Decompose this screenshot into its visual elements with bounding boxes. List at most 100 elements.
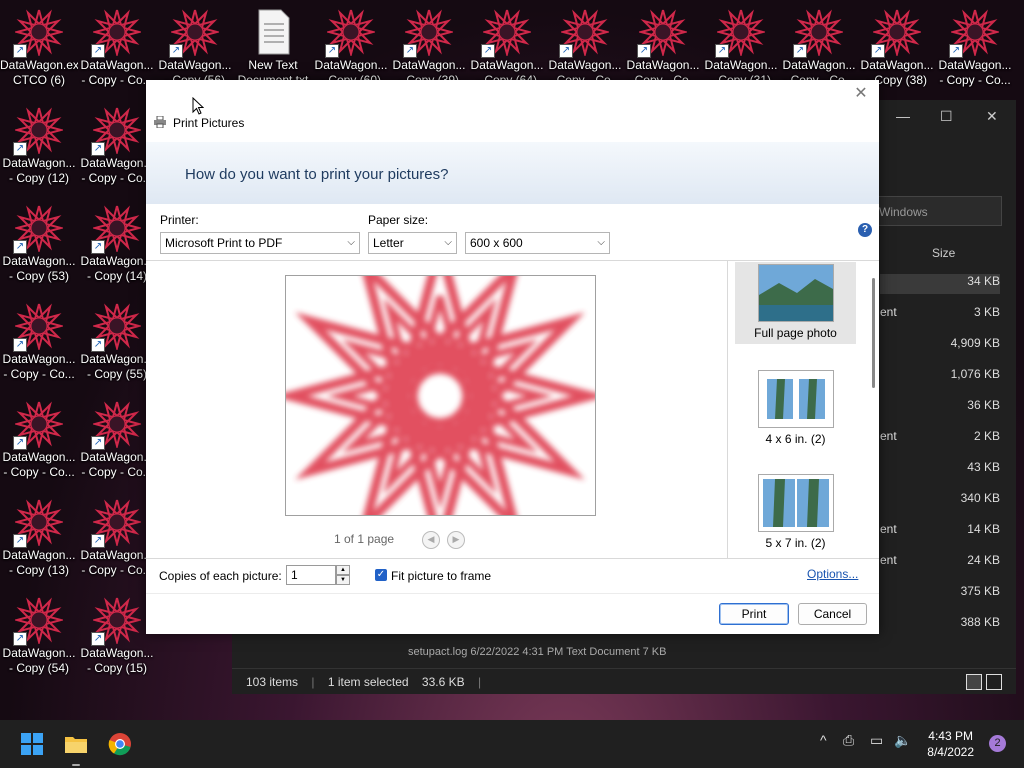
quality-select[interactable]: 600 x 600 ⌵: [465, 232, 610, 254]
chevron-up-icon[interactable]: ^: [820, 732, 827, 748]
fit-to-frame-label[interactable]: Fit picture to frame: [391, 569, 491, 583]
file-size: 14 KB: [967, 522, 1000, 536]
file-type: ent: [880, 305, 897, 319]
help-icon[interactable]: ?: [858, 223, 872, 237]
shortcut-arrow-icon: ↗: [559, 44, 573, 58]
dialog-question: How do you want to print your pictures?: [185, 166, 449, 183]
copies-input[interactable]: 1: [286, 565, 336, 585]
start-icon[interactable]: [20, 732, 44, 756]
clock[interactable]: 4:43 PM 8/4/2022: [927, 728, 974, 760]
desktop-icon[interactable]: ↗DataWagon... - Copy - Co...: [78, 100, 156, 192]
layout-5x7[interactable]: 5 x 7 in. (2): [735, 470, 856, 550]
datawagon-app-icon: ↗: [871, 8, 923, 58]
desktop-icon[interactable]: ↗DataWagon... - Copy - Co...: [78, 492, 156, 584]
datawagon-app-icon: ↗: [637, 8, 689, 58]
desktop-icon-label: DataWagon... - Copy (12): [2, 156, 76, 185]
close-icon[interactable]: ✕: [986, 108, 998, 125]
chevron-down-icon: ⌵: [444, 237, 452, 248]
datawagon-app-icon: ↗: [91, 596, 143, 646]
copies-label: Copies of each picture:: [159, 569, 282, 583]
paper-size-value: Letter: [373, 236, 404, 250]
desktop-icon-label: DataWagon... - Copy - Co...: [80, 450, 154, 479]
copies-down-button[interactable]: ▼: [336, 575, 350, 585]
layout-4x6[interactable]: 4 x 6 in. (2): [735, 366, 856, 446]
shortcut-arrow-icon: ↗: [91, 142, 105, 156]
maximize-icon[interactable]: ☐: [940, 108, 953, 125]
desktop-icon[interactable]: ↗DataWagon... - Copy - Co...: [78, 2, 156, 94]
minimize-icon[interactable]: —: [896, 108, 910, 124]
layout-full-page-photo[interactable]: Full page photo: [735, 262, 856, 344]
print-button[interactable]: Print: [719, 603, 789, 625]
copies-up-button[interactable]: ▲: [336, 565, 350, 575]
notification-badge[interactable]: 2: [989, 735, 1006, 752]
fit-to-frame-checkbox[interactable]: ✓: [375, 569, 387, 581]
chevron-down-icon: ⌵: [347, 237, 355, 248]
datawagon-app-icon: ↗: [715, 8, 767, 58]
chevron-down-icon: ⌵: [597, 237, 605, 248]
shortcut-arrow-icon: ↗: [169, 44, 183, 58]
printer-icon[interactable]: ⎙: [843, 732, 854, 749]
paper-size-select[interactable]: Letter ⌵: [368, 232, 457, 254]
desktop-icon[interactable]: ↗DataWagon... - Copy - Co...: [78, 394, 156, 486]
table-row[interactable]: 34 KB: [880, 274, 1000, 294]
list-item[interactable]: setupact.log 6/22/2022 4:31 PM Text Docu…: [408, 646, 666, 658]
desktop-icon[interactable]: ↗DataWagon... - Copy - Co...: [0, 296, 78, 388]
desktop-icon[interactable]: ↗ DataWagon... - Copy (13): [0, 492, 78, 584]
shortcut-arrow-icon: ↗: [793, 44, 807, 58]
volume-icon[interactable]: 🔈: [894, 732, 911, 749]
network-icon[interactable]: ▭: [870, 732, 883, 749]
preview-picture: [286, 276, 595, 515]
options-link[interactable]: Options...: [807, 567, 858, 581]
desktop-icon[interactable]: ↗ DataWagon... - Copy (12): [0, 100, 78, 192]
chrome-icon[interactable]: [108, 732, 132, 756]
datawagon-app-icon: ↗: [325, 8, 377, 58]
desktop-icon-label: DataWagon... - Copy - Co...: [80, 156, 154, 185]
print-pictures-dialog[interactable]: Print Pictures ✕ How do you want to prin…: [146, 80, 879, 634]
search-input[interactable]: Windows: [872, 196, 1002, 226]
shortcut-arrow-icon: ↗: [871, 44, 885, 58]
details-view-icon[interactable]: [966, 674, 982, 690]
datawagon-app-icon: ↗: [13, 106, 65, 156]
layout-scrollbar[interactable]: [872, 278, 875, 388]
layout-list[interactable]: Full page photo 4 x 6 in. (2) 5 x 7 in. …: [728, 260, 879, 558]
desktop-icon[interactable]: ↗ DataWagon... - Copy (55): [78, 296, 156, 388]
layout-thumbnail: [757, 264, 834, 322]
shortcut-arrow-icon: ↗: [91, 534, 105, 548]
shortcut-arrow-icon: ↗: [481, 44, 495, 58]
printer-select[interactable]: Microsoft Print to PDF ⌵: [160, 232, 360, 254]
shortcut-arrow-icon: ↗: [91, 436, 105, 450]
printer-value: Microsoft Print to PDF: [165, 236, 283, 250]
close-icon[interactable]: ✕: [851, 84, 871, 104]
printer-icon: [154, 116, 166, 128]
desktop-icon[interactable]: ↗ DataWagon.ex CTCO (6): [0, 2, 78, 94]
next-page-button[interactable]: ▶: [447, 531, 465, 549]
datawagon-app-icon: ↗: [91, 498, 143, 548]
shortcut-arrow-icon: ↗: [13, 632, 27, 646]
dialog-titlebar[interactable]: Print Pictures ✕: [146, 80, 879, 142]
file-explorer-icon[interactable]: [64, 732, 88, 756]
desktop-icon[interactable]: ↗DataWagon... - Copy - Co...: [936, 2, 1014, 94]
file-size: 36 KB: [967, 398, 1000, 412]
cancel-button[interactable]: Cancel: [798, 603, 867, 625]
active-indicator: [72, 764, 80, 766]
file-size: 1,076 KB: [950, 367, 1000, 381]
shortcut-arrow-icon: ↗: [13, 338, 27, 352]
paper-size-label: Paper size:: [368, 213, 429, 227]
desktop-icon[interactable]: ↗DataWagon... - Copy - Co...: [0, 394, 78, 486]
print-preview: [285, 275, 596, 516]
previous-page-button[interactable]: ◀: [422, 531, 440, 549]
desktop-icon-label: DataWagon... - Copy (54): [2, 646, 76, 675]
file-size: 388 KB: [960, 615, 1000, 629]
desktop-icon-label: DataWagon... - Copy - Co...: [80, 548, 154, 577]
desktop-icon-label: DataWagon... - Copy (15): [80, 646, 154, 675]
quality-value: 600 x 600: [470, 236, 523, 250]
divider: [146, 558, 879, 559]
desktop-icon[interactable]: ↗ DataWagon... - Copy (54): [0, 590, 78, 682]
desktop-icon[interactable]: ↗ DataWagon... - Copy (14): [78, 198, 156, 290]
desktop-icon[interactable]: ↗ DataWagon... - Copy (53): [0, 198, 78, 290]
desktop-icon[interactable]: ↗ DataWagon... - Copy (15): [78, 590, 156, 682]
thumbnail-view-icon[interactable]: [986, 674, 1002, 690]
column-header-size[interactable]: Size: [932, 246, 955, 260]
clock-time: 4:43 PM: [928, 729, 973, 743]
shortcut-arrow-icon: ↗: [325, 44, 339, 58]
